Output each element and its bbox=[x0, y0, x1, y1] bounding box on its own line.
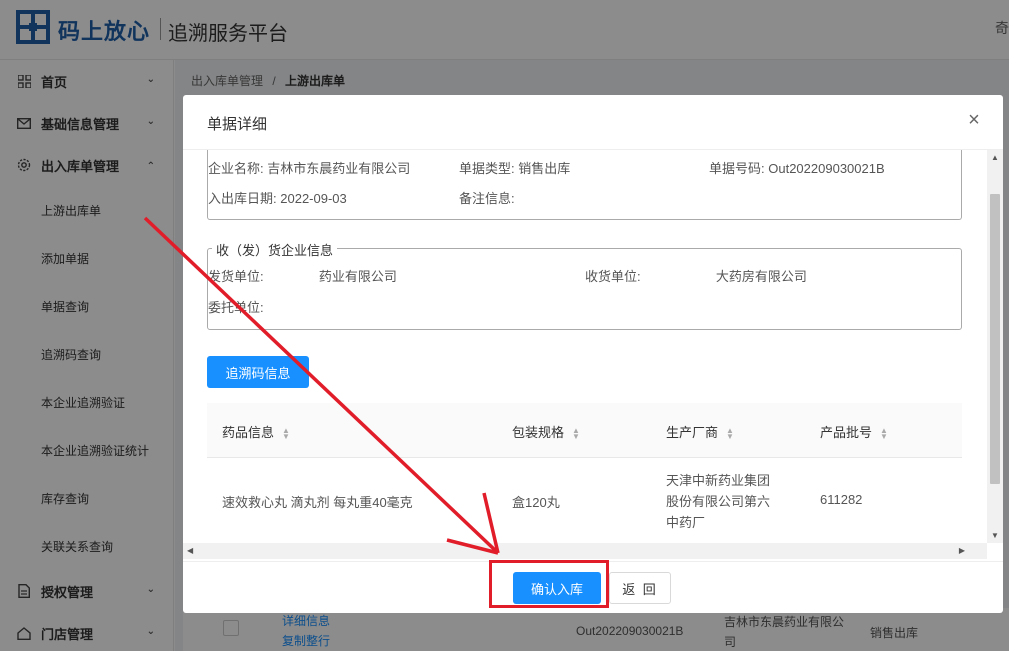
drug-table-header: 药品信息 ▲ ▼ 包装规格 ▲ ▼ 生产厂商 ▲ ▼ 产品批号 ▲ ▼ bbox=[207, 403, 962, 458]
partner-info-legend: 收（发）货企业信息 bbox=[212, 240, 338, 259]
sort-icon[interactable]: ▲ ▼ bbox=[572, 426, 580, 440]
modal-header: 单据详细 × bbox=[183, 95, 1003, 150]
scroll-down-icon[interactable]: ▼ bbox=[991, 531, 999, 540]
scrollbar-thumb[interactable] bbox=[990, 194, 1000, 484]
doc-type-value: 销售出库 bbox=[518, 161, 571, 176]
scroll-right-icon[interactable]: ▶ bbox=[959, 546, 965, 555]
modal-body: 企业名称: 吉林市东晨药业有限公司 单据类型: 销售出库 单据号码: Out20… bbox=[183, 150, 987, 543]
date-value: 2022-09-03 bbox=[280, 191, 347, 206]
scroll-up-icon[interactable]: ▲ bbox=[991, 153, 999, 162]
modal-title: 单据详细 bbox=[207, 116, 268, 133]
agent-field: 委托单位: bbox=[208, 297, 264, 316]
remark-field: 备注信息: bbox=[459, 188, 515, 207]
sender-label: 发货单位: bbox=[208, 269, 264, 284]
doc-type-label: 单据类型: bbox=[459, 161, 515, 176]
vertical-scrollbar[interactable]: ▲ ▼ bbox=[987, 150, 1003, 543]
column-header-drug[interactable]: 药品信息 ▲ ▼ bbox=[222, 422, 290, 441]
receiver-field: 收货单位: 大药房有限公司 bbox=[585, 266, 807, 285]
cell-drug: 速效救心丸 滴丸剂 每丸重40毫克 bbox=[222, 495, 413, 510]
company-value: 吉林市东晨药业有限公司 bbox=[267, 161, 411, 176]
back-button[interactable]: 返 回 bbox=[609, 572, 671, 604]
document-detail-modal: 单据详细 × 企业名称: 吉林市东晨药业有限公司 单据类型: 销售出库 单据号码… bbox=[183, 95, 1003, 613]
sort-icon[interactable]: ▲ ▼ bbox=[282, 426, 290, 440]
date-label: 入出库日期: bbox=[208, 191, 277, 206]
cell-batch: 611282 bbox=[820, 492, 863, 507]
annotation-highlight-box bbox=[489, 560, 609, 608]
document-info-section: 企业名称: 吉林市东晨药业有限公司 单据类型: 销售出库 单据号码: Out20… bbox=[207, 150, 962, 220]
doc-number-label: 单据号码: bbox=[709, 161, 765, 176]
sort-icon[interactable]: ▲ ▼ bbox=[726, 426, 734, 440]
table-row: 速效救心丸 滴丸剂 每丸重40毫克 盒120丸 天津中新药业集团 股份有限公司第… bbox=[207, 458, 962, 543]
remark-label: 备注信息: bbox=[459, 191, 515, 206]
column-header-maker[interactable]: 生产厂商 ▲ ▼ bbox=[666, 422, 734, 441]
partner-info-section: 收（发）货企业信息 发货单位: 药业有限公司 收货单位: 大药房有限公司 委托单… bbox=[207, 240, 962, 330]
company-label: 企业名称: bbox=[208, 161, 264, 176]
doc-number-field: 单据号码: Out202209030021B bbox=[709, 158, 885, 177]
sender-value: 药业有限公司 bbox=[318, 269, 397, 284]
doc-type-field: 单据类型: 销售出库 bbox=[459, 158, 570, 177]
cell-spec: 盒120丸 bbox=[512, 495, 560, 510]
horizontal-scrollbar[interactable]: ◀ ▶ bbox=[183, 543, 987, 559]
column-header-batch[interactable]: 产品批号 ▲ ▼ bbox=[820, 422, 888, 441]
doc-number-value: Out202209030021B bbox=[768, 161, 885, 176]
receiver-value: 大药房有限公司 bbox=[715, 269, 807, 284]
scroll-left-icon[interactable]: ◀ bbox=[187, 546, 193, 555]
company-field: 企业名称: 吉林市东晨药业有限公司 bbox=[208, 158, 410, 177]
trace-code-info-button[interactable]: 追溯码信息 bbox=[207, 356, 309, 388]
column-header-spec[interactable]: 包装规格 ▲ ▼ bbox=[512, 422, 580, 441]
cell-maker: 天津中新药业集团 股份有限公司第六 中药厂 bbox=[666, 473, 771, 530]
receiver-label: 收货单位: bbox=[585, 269, 641, 284]
agent-label: 委托单位: bbox=[208, 300, 264, 315]
close-icon[interactable]: × bbox=[965, 110, 983, 130]
date-field: 入出库日期: 2022-09-03 bbox=[208, 188, 347, 207]
sender-field: 发货单位: 药业有限公司 bbox=[208, 266, 397, 285]
sort-icon[interactable]: ▲ ▼ bbox=[880, 426, 888, 440]
